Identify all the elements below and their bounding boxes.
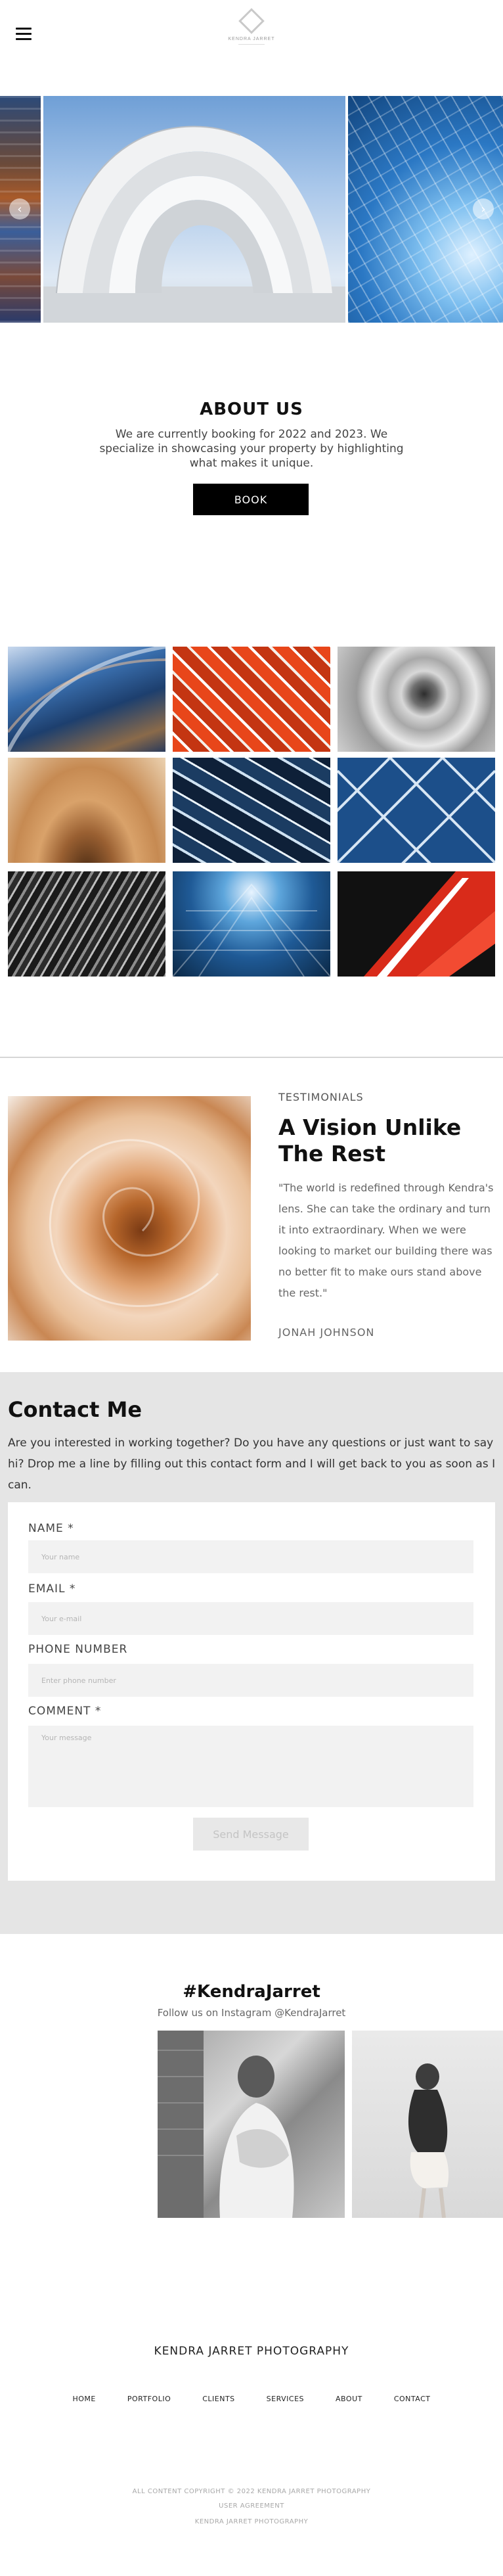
phone-label: PHONE NUMBER [28,1643,128,1656]
footer-nav: HOME PORTFOLIO CLIENTS SERVICES ABOUT CO… [0,2395,503,2403]
chevron-right-icon: › [481,202,486,216]
about-text: We are currently booking for 2022 and 20… [99,428,404,470]
comment-placeholder: Your message [41,1734,92,1742]
footer-brand: KENDRA JARRET PHOTOGRAPHY [154,2345,349,2358]
footer-nav-about[interactable]: ABOUT [336,2395,362,2403]
testimonial-quote: "The world is redefined through Kendra's… [278,1182,494,1299]
name-placeholder: Your name [41,1552,80,1561]
instagram-photo[interactable] [158,2031,345,2218]
footer-nav-portfolio[interactable]: PORTFOLIO [127,2395,171,2403]
comment-textarea[interactable]: Your message [28,1726,473,1807]
contact-title: Contact Me [8,1397,142,1422]
instagram-hashtag: #KendraJarret [183,1982,320,2002]
gallery-image[interactable] [338,758,495,863]
slider-prev-button[interactable]: ‹ [9,198,30,219]
slider-next-button[interactable]: › [473,198,494,219]
diamond-logo-icon [238,8,265,34]
send-message-button[interactable]: Send Message [193,1818,309,1851]
about-title: ABOUT US [200,400,303,419]
testimonial-author: JONAH JOHNSON [278,1326,375,1339]
arch-sculpture-image [43,126,345,323]
gallery-image[interactable] [8,647,165,752]
spiral-staircase-image [8,1096,251,1341]
gallery-image[interactable] [8,871,165,977]
hamburger-icon[interactable] [16,28,32,41]
email-input[interactable]: Your e-mail [28,1602,473,1635]
footer-nav-contact[interactable]: CONTACT [394,2395,431,2403]
phone-placeholder: Enter phone number [41,1676,116,1685]
instagram-subtitle: Follow us on Instagram @KendraJarret [157,2007,346,2019]
name-label: NAME * [28,1522,74,1535]
logo-divider [238,44,265,45]
gallery-image[interactable] [338,647,495,752]
footer-nav-home[interactable]: HOME [72,2395,95,2403]
comment-label: COMMENT * [28,1705,102,1718]
instagram-photo[interactable] [352,2031,503,2218]
email-placeholder: Your e-mail [41,1614,82,1623]
logo-text: KENDRA JARRET [228,37,275,41]
section-divider [0,1057,503,1058]
footer-credit: KENDRA JARRET PHOTOGRAPHY [194,2518,309,2525]
footer-nav-clients[interactable]: CLIENTS [202,2395,234,2403]
hero-slide-current [43,96,345,323]
gallery-image[interactable] [173,647,330,752]
book-button[interactable]: BOOK [193,484,309,515]
gallery-image[interactable] [8,758,165,863]
chevron-left-icon: ‹ [17,202,22,216]
gallery-image[interactable] [173,871,330,977]
gallery-image[interactable] [173,758,330,863]
email-label: EMAIL * [28,1582,76,1596]
copyright-text: ALL CONTENT COPYRIGHT © 2022 KENDRA JARR… [132,2488,371,2495]
gallery-image[interactable] [338,871,495,977]
phone-input[interactable]: Enter phone number [28,1664,473,1697]
testimonial-title: A Vision Unlike The Rest [278,1115,462,1166]
user-agreement-link[interactable]: USER AGREEMENT [0,2502,503,2510]
contact-intro: Are you interested in working together? … [8,1437,496,1492]
site-logo[interactable]: KENDRA JARRET [219,8,284,55]
footer-nav-services[interactable]: SERVICES [267,2395,304,2403]
name-input[interactable]: Your name [28,1540,473,1573]
testimonials-label: TESTIMONIALS [278,1091,364,1103]
